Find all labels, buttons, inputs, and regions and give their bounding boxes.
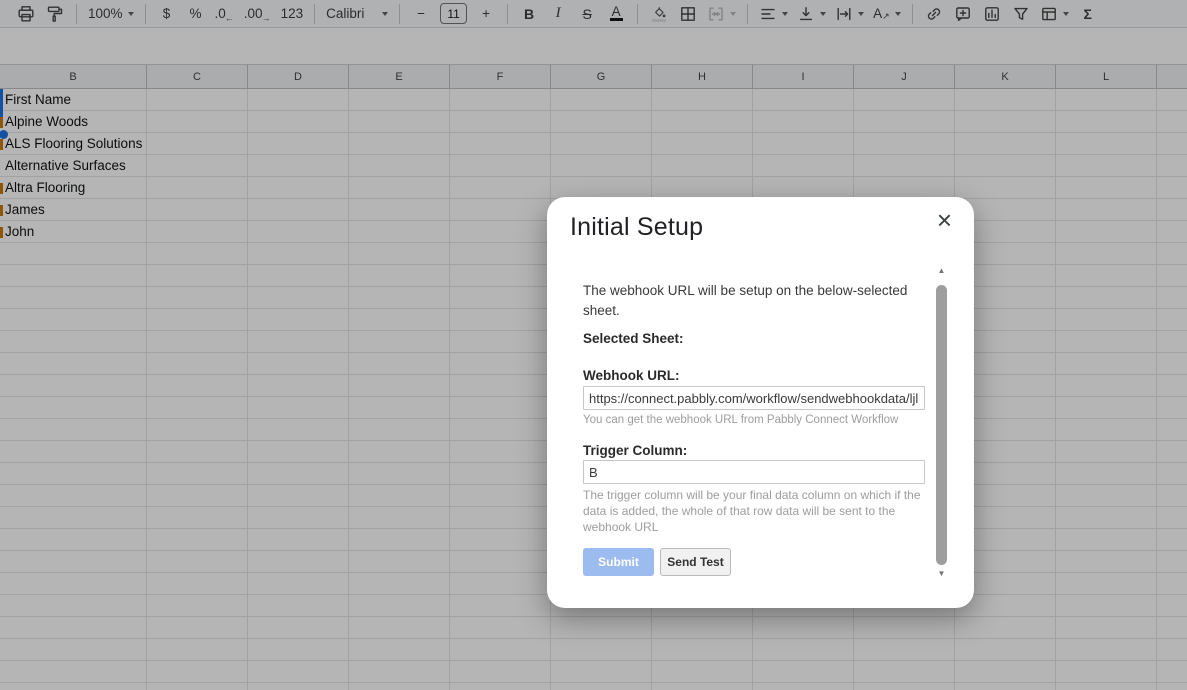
trigger-column-input[interactable]	[583, 460, 925, 484]
dialog-actions: Submit Send Test	[583, 548, 925, 576]
webhook-url-label: Webhook URL:	[583, 368, 680, 383]
scrollbar-thumb[interactable]	[936, 285, 947, 565]
dialog-title: Initial Setup	[570, 213, 704, 241]
send-test-button[interactable]: Send Test	[660, 548, 731, 576]
webhook-url-help: You can get the webhook URL from Pabbly …	[583, 414, 899, 426]
scroll-up-icon[interactable]: ▲	[936, 266, 947, 276]
webhook-url-input[interactable]	[583, 386, 925, 410]
initial-setup-dialog: Initial Setup × The webhook URL will be …	[547, 197, 974, 608]
trigger-column-help: The trigger column will be your final da…	[583, 488, 921, 534]
scroll-down-icon[interactable]: ▼	[936, 569, 947, 579]
close-icon[interactable]: ×	[937, 207, 952, 233]
dialog-content: The webhook URL will be setup on the bel…	[583, 281, 925, 576]
intro-text: The webhook URL will be setup on the bel…	[583, 283, 908, 318]
trigger-column-label: Trigger Column:	[583, 443, 688, 458]
submit-button[interactable]: Submit	[583, 548, 654, 576]
selected-sheet-label: Selected Sheet:	[583, 331, 684, 346]
